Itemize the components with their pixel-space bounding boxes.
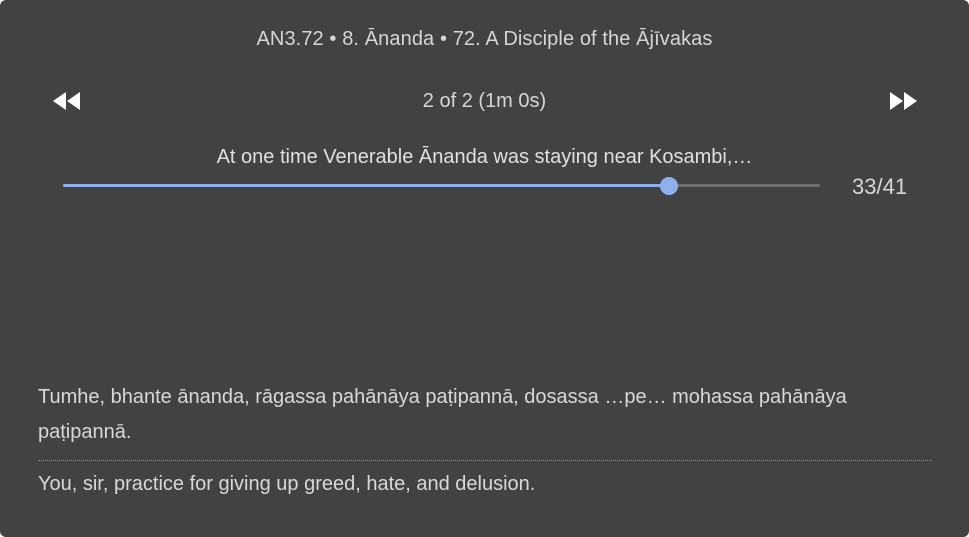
position-readout: 33/41	[852, 174, 908, 199]
player-panel: AN3.72 • 8. Ānanda • 72. A Disciple of t…	[0, 0, 969, 537]
next-button[interactable]	[886, 88, 920, 114]
progress-slider[interactable]	[63, 174, 820, 198]
segment-text: At one time Venerable Ānanda was staying…	[216, 146, 753, 168]
slider-fill	[63, 184, 669, 187]
fast-forward-icon	[890, 92, 917, 110]
divider	[38, 460, 932, 461]
track-counter: 2 of 2 (1m 0s)	[422, 90, 547, 112]
page-title: AN3.72 • 8. Ānanda • 72. A Disciple of t…	[256, 28, 713, 50]
slider-thumb[interactable]	[659, 177, 678, 195]
pali-text: Tumhe, bhante ānanda, rāgassa pahānāya p…	[38, 386, 847, 443]
translation-text: You, sir, practice for giving up greed, …	[38, 473, 536, 495]
